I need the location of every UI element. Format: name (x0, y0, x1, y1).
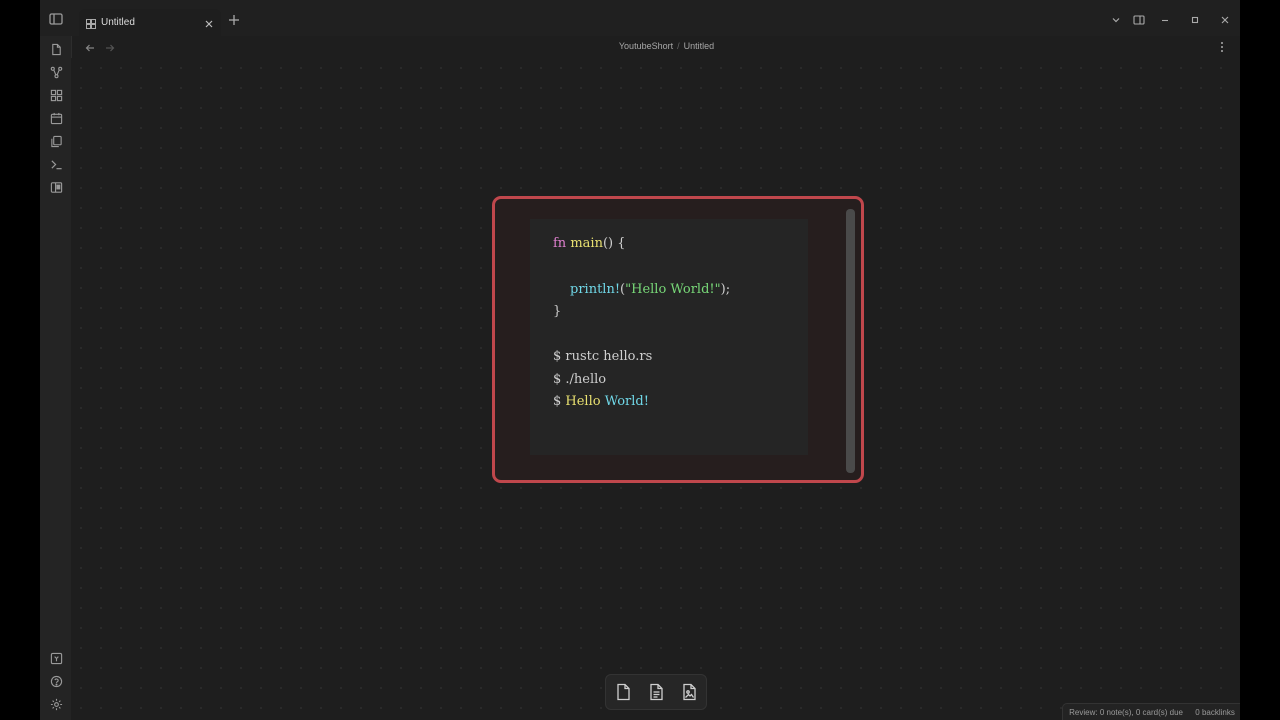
app-window: Untitled YoutubeShort / Untitled fn main… (40, 0, 1240, 720)
command-palette-icon[interactable] (48, 156, 64, 172)
add-media-icon[interactable] (679, 682, 699, 702)
canvas-icon (85, 17, 97, 29)
graph-view-icon[interactable] (48, 64, 64, 80)
tab-list-chevron-down-icon[interactable] (1110, 13, 1122, 25)
close-icon[interactable] (203, 17, 215, 29)
code-paren-close: ); (720, 282, 731, 297)
sidebar-toggle-icon[interactable] (48, 11, 64, 27)
right-sidebar-toggle-icon[interactable] (1133, 13, 1145, 25)
status-bar: Review: 0 note(s), 0 card(s) due 0 backl… (1062, 703, 1240, 720)
tab-untitled[interactable]: Untitled (79, 9, 221, 36)
code-function-name: main (570, 236, 603, 251)
title-bar: Untitled (40, 0, 1240, 36)
code-output-word2: World! (604, 394, 649, 409)
daily-note-icon[interactable] (48, 110, 64, 126)
status-backlinks[interactable]: 0 backlinks (1195, 708, 1235, 717)
more-options-icon[interactable] (1216, 40, 1228, 54)
code-line-cmd-run: $ ./hello (553, 372, 607, 387)
code-block[interactable]: fn main() { println!("Hello World!"); } … (530, 219, 808, 455)
publish-icon[interactable] (48, 179, 64, 195)
new-tab-plus-icon[interactable] (227, 13, 241, 27)
canvas-card[interactable]: fn main() { println!("Hello World!"); } … (492, 196, 864, 483)
vault-switcher-icon[interactable] (48, 650, 64, 666)
code-line-output: $ Hello World! (553, 394, 649, 409)
tab-title: Untitled (101, 17, 135, 28)
breadcrumb-file[interactable]: Untitled (684, 41, 715, 51)
code-line-println: println!("Hello World!"); (570, 282, 730, 297)
add-card-icon[interactable] (613, 682, 633, 702)
canvas-area[interactable]: fn main() { println!("Hello World!"); } … (71, 58, 1240, 720)
code-line-close-brace: } (553, 304, 562, 319)
code-fn-rest: () { (602, 236, 626, 251)
canvas-add-toolbar (605, 674, 707, 710)
add-note-from-vault-icon[interactable] (646, 682, 666, 702)
breadcrumb-vault[interactable]: YoutubeShort (619, 41, 673, 51)
code-output-prompt: $ (553, 394, 566, 409)
code-output-word1: Hello (565, 394, 601, 409)
code-string: "Hello World!" (625, 282, 721, 297)
templates-icon[interactable] (48, 133, 64, 149)
canvas-icon[interactable] (48, 87, 64, 103)
breadcrumb-separator: / (677, 41, 680, 51)
left-ribbon (40, 36, 72, 720)
code-macro: println! (570, 282, 621, 297)
maximize-icon[interactable] (1189, 13, 1201, 25)
code-line-cmd-rustc: $ rustc hello.rs (553, 349, 653, 364)
breadcrumb: YoutubeShort / Untitled (40, 41, 1240, 51)
code-line-fn: fn main() { (553, 236, 625, 251)
help-icon[interactable] (48, 673, 64, 689)
status-review[interactable]: Review: 0 note(s), 0 card(s) due (1069, 708, 1183, 717)
card-scrollbar[interactable] (846, 209, 855, 473)
settings-icon[interactable] (48, 696, 64, 712)
window-close-icon[interactable] (1219, 13, 1231, 25)
code-keyword: fn (553, 236, 567, 251)
minimize-icon[interactable] (1159, 13, 1171, 25)
